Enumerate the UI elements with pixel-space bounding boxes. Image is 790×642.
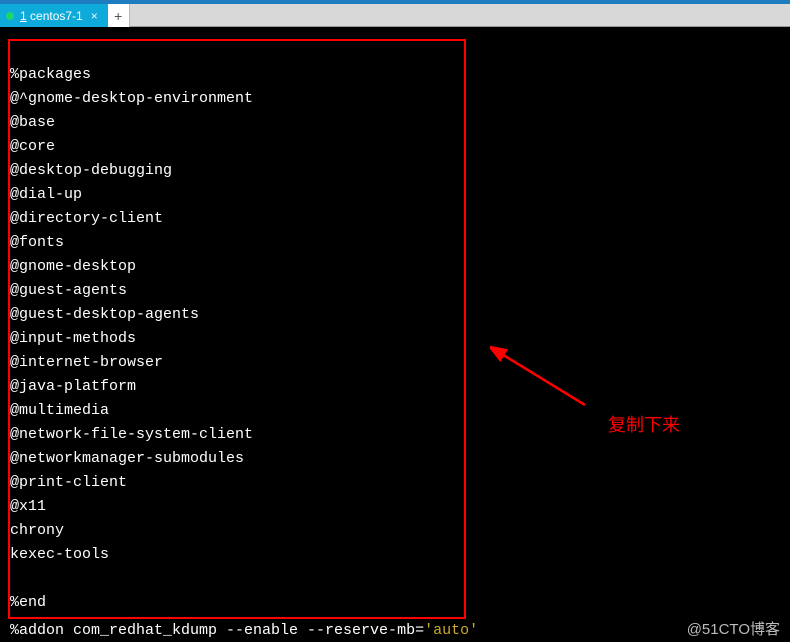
package-line: @gnome-desktop bbox=[10, 258, 136, 275]
package-line: @x11 bbox=[10, 498, 46, 515]
package-line: @fonts bbox=[10, 234, 64, 251]
package-line: @guest-agents bbox=[10, 282, 127, 299]
package-line: @network-file-system-client bbox=[10, 426, 253, 443]
tab-centos7-1[interactable]: 1 centos7-1 × bbox=[0, 4, 108, 27]
package-line: @core bbox=[10, 138, 55, 155]
package-line: @base bbox=[10, 114, 55, 131]
package-line: @^gnome-desktop-environment bbox=[10, 90, 253, 107]
watermark: @51CTO博客 bbox=[687, 618, 780, 639]
terminal-area[interactable]: %packages @^gnome-desktop-environment @b… bbox=[0, 27, 790, 642]
packages-end: %end bbox=[10, 594, 46, 611]
package-line: @guest-desktop-agents bbox=[10, 306, 199, 323]
addon-line: %addon com_redhat_kdump --enable --reser… bbox=[10, 622, 478, 639]
annotation-text: 复制下来 bbox=[608, 411, 680, 437]
package-line: @multimedia bbox=[10, 402, 109, 419]
terminal-content: %packages @^gnome-desktop-environment @b… bbox=[10, 35, 780, 615]
package-line: @java-platform bbox=[10, 378, 136, 395]
package-line: @print-client bbox=[10, 474, 127, 491]
packages-header: %packages bbox=[10, 66, 91, 83]
package-line: @input-methods bbox=[10, 330, 136, 347]
status-dot-icon bbox=[6, 12, 14, 20]
package-line: @directory-client bbox=[10, 210, 163, 227]
tab-bar: 1 centos7-1 × + bbox=[0, 4, 790, 27]
close-icon[interactable]: × bbox=[89, 10, 100, 22]
package-line: kexec-tools bbox=[10, 546, 109, 563]
tab-label: 1 centos7-1 bbox=[20, 9, 83, 23]
new-tab-button[interactable]: + bbox=[108, 4, 130, 27]
package-line: @networkmanager-submodules bbox=[10, 450, 244, 467]
package-line: @desktop-debugging bbox=[10, 162, 172, 179]
package-line: chrony bbox=[10, 522, 64, 539]
package-line: @internet-browser bbox=[10, 354, 163, 371]
package-line: @dial-up bbox=[10, 186, 82, 203]
